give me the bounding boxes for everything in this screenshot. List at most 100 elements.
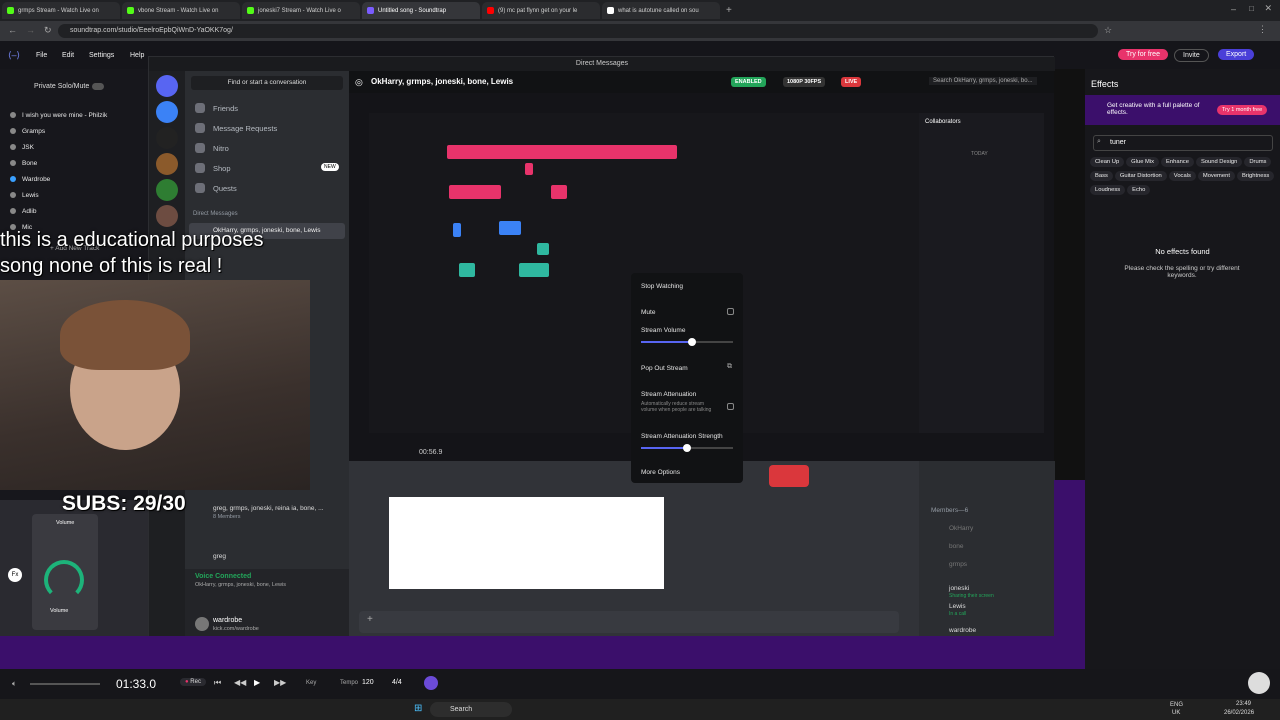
effect-chip[interactable]: Brightness xyxy=(1236,171,1275,181)
server-icon[interactable] xyxy=(156,205,178,227)
volume-knob[interactable] xyxy=(44,560,84,600)
menu-edit[interactable]: Edit xyxy=(62,52,74,59)
track-row[interactable]: Lewis xyxy=(0,187,148,203)
member-name[interactable]: OkHarry xyxy=(949,525,973,532)
member-name[interactable]: wardrobe xyxy=(949,627,976,634)
chat-bubble-icon[interactable] xyxy=(1248,672,1270,694)
fx-icon[interactable]: Fx xyxy=(8,568,22,582)
previous-icon[interactable]: ◀◀ xyxy=(234,678,246,687)
url-input[interactable]: soundtrap.com/studio/EeelroEpbQiWnD-YaOK… xyxy=(58,24,1098,38)
forward-skip-icon[interactable]: ▶▶ xyxy=(274,678,286,687)
more-options-item[interactable]: More Options xyxy=(641,469,680,476)
maximize-icon[interactable]: □ xyxy=(1249,4,1254,13)
nav-message-requests[interactable]: Message Requests xyxy=(195,123,277,133)
effect-chip[interactable]: Movement xyxy=(1197,171,1235,181)
pop-out-item[interactable]: Pop Out Stream xyxy=(641,365,688,372)
slider-knob[interactable] xyxy=(687,338,696,346)
effects-search-input[interactable]: tuner xyxy=(1093,135,1273,151)
effect-chip[interactable]: Glue Mix xyxy=(1126,157,1160,167)
message-input[interactable] xyxy=(359,611,899,633)
browser-tab[interactable]: grmps Stream - Watch Live on xyxy=(2,2,120,19)
effect-chip[interactable]: Bass xyxy=(1090,171,1113,181)
stop-stream-button[interactable] xyxy=(769,465,809,487)
export-button[interactable]: Export xyxy=(1218,49,1255,60)
bookmark-star-icon[interactable]: ☆ xyxy=(1104,25,1112,36)
rewind-icon[interactable]: ⏮ xyxy=(214,678,221,688)
windows-start-icon[interactable]: ⊞ xyxy=(414,703,422,714)
effect-chip[interactable]: Sound Design xyxy=(1195,157,1243,167)
menu-file[interactable]: File xyxy=(36,52,47,59)
try-free-button[interactable]: Try for free xyxy=(1118,49,1168,60)
play-icon[interactable]: ▶ xyxy=(254,678,260,687)
server-icon[interactable] xyxy=(156,179,178,201)
menu-settings[interactable]: Settings xyxy=(89,52,114,59)
member-name[interactable]: Lewis xyxy=(949,603,966,610)
member-name[interactable]: bone xyxy=(949,543,963,550)
effect-chip[interactable]: Loudness xyxy=(1090,185,1126,195)
time-signature[interactable]: 4/4 xyxy=(392,679,402,686)
dm-item[interactable]: greg, grmps, joneski, reina ia, bone, ..… xyxy=(213,505,324,512)
language-indicator[interactable]: ENG xyxy=(1170,702,1183,708)
stop-watching-item[interactable]: Stop Watching xyxy=(641,283,683,290)
dm-search-input[interactable]: Find or start a conversation xyxy=(191,76,343,90)
invite-button[interactable]: Invite xyxy=(1174,49,1209,62)
nav-friends[interactable]: Friends xyxy=(195,103,238,113)
back-icon[interactable]: ← xyxy=(8,25,17,35)
dm-item[interactable]: greg xyxy=(213,553,226,560)
reload-icon[interactable]: ↻ xyxy=(44,25,52,36)
track-row[interactable]: Adlib xyxy=(0,203,148,219)
menu-dots-icon[interactable]: ⋮ xyxy=(1258,24,1267,35)
effect-chip[interactable]: Clean Up xyxy=(1090,157,1125,167)
member-name[interactable]: grmps xyxy=(949,561,967,568)
mute-item[interactable]: Mute xyxy=(641,309,655,316)
menu-help[interactable]: Help xyxy=(130,52,144,59)
nav-quests[interactable]: Quests xyxy=(195,183,237,193)
attenuation-item[interactable]: Stream Attenuation xyxy=(641,391,696,398)
track-row[interactable]: Bone xyxy=(0,155,148,171)
track-row[interactable]: I wish you were mine - Philzik xyxy=(0,107,148,123)
server-icon[interactable] xyxy=(156,153,178,175)
server-icon[interactable] xyxy=(156,101,178,123)
new-tab-icon[interactable]: + xyxy=(726,5,732,16)
discord-home-icon[interactable] xyxy=(156,75,178,97)
forward-icon[interactable]: → xyxy=(26,25,35,35)
browser-tab-active[interactable]: Untitled song - Soundtrap xyxy=(362,2,480,19)
key-label[interactable]: Key xyxy=(306,680,316,686)
member-name[interactable]: joneski xyxy=(949,585,969,592)
effect-chip[interactable]: Guitar Distortion xyxy=(1114,171,1167,181)
track-row-active[interactable]: Wardrobe xyxy=(0,171,148,187)
minimize-icon[interactable]: – xyxy=(1231,4,1236,14)
mute-checkbox[interactable] xyxy=(727,308,734,315)
stream-volume-slider[interactable] xyxy=(641,338,733,346)
tempo-value[interactable]: 120 xyxy=(362,679,374,686)
speaker-icon[interactable]: 🔈︎ xyxy=(12,679,17,689)
taskbar-search[interactable]: Search xyxy=(430,702,512,717)
slider-knob[interactable] xyxy=(683,444,691,452)
master-volume-slider[interactable] xyxy=(30,683,100,685)
clock[interactable]: 23:49 xyxy=(1236,701,1251,707)
server-icon[interactable] xyxy=(156,127,178,149)
track-row[interactable]: Gramps xyxy=(0,123,148,139)
browser-tab[interactable]: (9) mc pat flynn get on your le xyxy=(482,2,600,19)
effect-chip[interactable]: Vocals xyxy=(1168,171,1196,181)
nav-nitro[interactable]: Nitro xyxy=(195,143,229,153)
attenuation-checkbox[interactable] xyxy=(727,403,734,410)
attenuation-strength-slider[interactable] xyxy=(641,444,733,452)
close-icon[interactable]: ✕ xyxy=(1264,3,1272,14)
track-row[interactable]: JSK xyxy=(0,139,148,155)
nav-shop[interactable]: Shop xyxy=(195,163,231,173)
try-month-button[interactable]: Try 1 month free xyxy=(1217,105,1268,115)
browser-tab[interactable]: joneski7 Stream - Watch Live o xyxy=(242,2,360,19)
plus-icon[interactable]: + xyxy=(367,614,373,625)
header-search-input[interactable]: Search OkHarry, grmps, joneski, bo... xyxy=(929,77,1037,85)
private-solo-toggle[interactable] xyxy=(92,83,104,90)
avatar[interactable] xyxy=(195,617,209,631)
effect-chip[interactable]: Drums xyxy=(1244,157,1272,167)
effect-chip[interactable]: Echo xyxy=(1127,185,1151,195)
rec-button[interactable]: ● Rec xyxy=(180,678,206,686)
metronome-icon[interactable] xyxy=(424,676,438,690)
soundtrap-logo-icon[interactable]: ⟨–⟩ xyxy=(8,50,20,61)
browser-tab[interactable]: vbone Stream - Watch Live on xyxy=(122,2,240,19)
effect-chip[interactable]: Enhance xyxy=(1161,157,1194,167)
browser-tab[interactable]: what is autotune called on sou xyxy=(602,2,720,19)
